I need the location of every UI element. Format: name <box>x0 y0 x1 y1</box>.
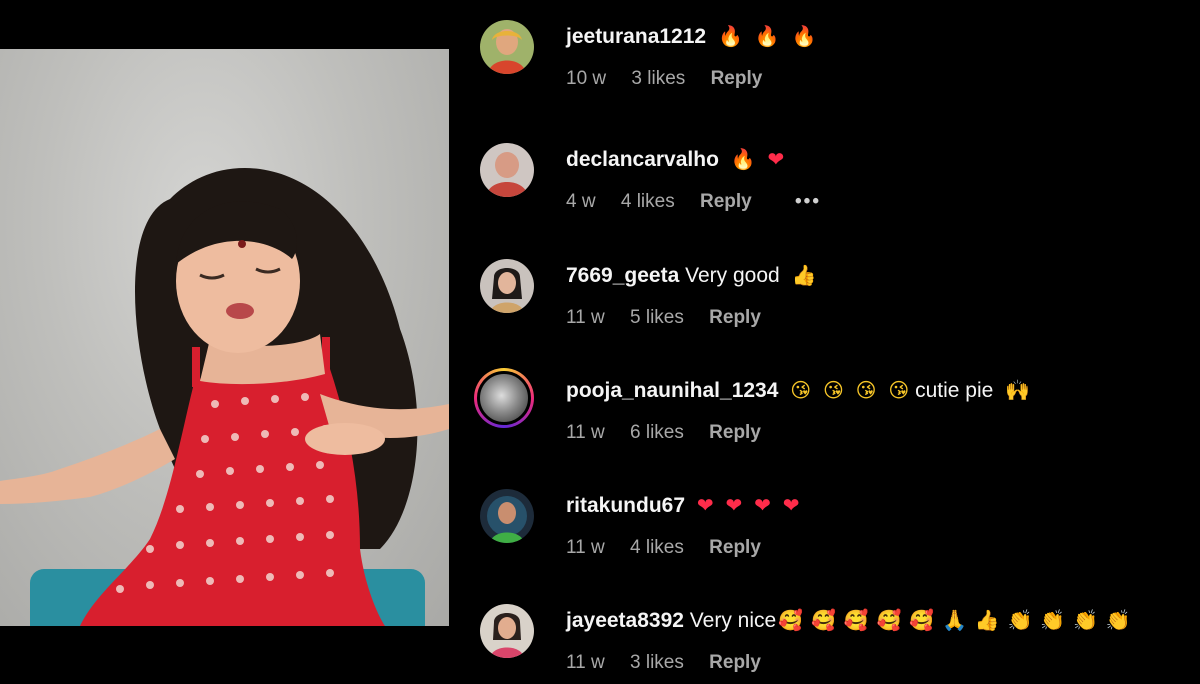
comment-username[interactable]: 7669_geeta <box>566 264 679 287</box>
comment-username[interactable]: jeeturana1212 <box>566 25 706 48</box>
avatar-with-story-ring[interactable] <box>474 368 534 428</box>
smiling-hearts-emoji-icon: 🥰 <box>876 610 902 632</box>
comment-text: Very good <box>685 264 780 287</box>
reply-button[interactable]: Reply <box>709 422 761 443</box>
comment-likes[interactable]: 5 likes <box>630 307 684 328</box>
reply-button[interactable]: Reply <box>709 537 761 558</box>
fire-emoji-icon: 🔥 <box>754 26 780 48</box>
avatar-image <box>480 259 534 313</box>
fire-emoji-icon: 🔥 <box>791 26 817 48</box>
comment-line: declancarvalho 🔥 ❤ <box>566 145 784 175</box>
comment-username[interactable]: jayeeta8392 <box>566 609 684 632</box>
comment-age: 11 w <box>566 422 605 443</box>
comment-text: Very nice <box>689 609 777 632</box>
heart-emoji-icon: ❤ <box>725 495 743 517</box>
comment-username[interactable]: pooja_naunihal_1234 <box>566 379 778 402</box>
comment-username[interactable]: ritakundu67 <box>566 494 685 517</box>
comment-item: ritakundu67 ❤ ❤ ❤ ❤ 11 w 4 likes Reply <box>470 469 1200 569</box>
comment-age: 11 w <box>566 537 605 558</box>
comment-text: cutie pie <box>915 379 994 402</box>
reply-button[interactable]: Reply <box>711 68 763 89</box>
heart-emoji-icon: ❤ <box>754 495 771 517</box>
heart-emoji-icon: ❤ <box>696 495 714 517</box>
avatar-image <box>480 489 534 543</box>
comment-item: jeeturana1212 🔥 🔥 🔥 10 w 3 likes Reply <box>470 0 1200 100</box>
comment-age: 11 w <box>566 307 605 328</box>
fire-emoji-icon: 🔥 <box>717 26 743 48</box>
comment-line: jeeturana1212 🔥 🔥 🔥 <box>566 22 816 52</box>
comment-item: declancarvalho 🔥 ❤ 4 w 4 likes Reply ••• <box>470 123 1200 223</box>
kiss-emoji-icon: 😘 <box>790 380 812 402</box>
clapping-hands-emoji-icon: 👏 <box>1040 610 1066 632</box>
avatar-image <box>477 371 531 425</box>
comment-item: jayeeta8392 Very nice 🥰 🥰 🥰 🥰 🥰 🙏 👍 👏 👏 👏… <box>470 584 1200 684</box>
comment-meta: 11 w 3 likes Reply <box>566 650 781 676</box>
clapping-hands-emoji-icon: 👏 <box>1072 610 1098 632</box>
comment-line: jayeeta8392 Very nice 🥰 🥰 🥰 🥰 🥰 🙏 👍 👏 👏 👏… <box>566 606 1131 636</box>
fire-emoji-icon: 🔥 <box>730 149 756 171</box>
comment-age: 10 w <box>566 68 607 89</box>
comments-list: jeeturana1212 🔥 🔥 🔥 10 w 3 likes Reply d… <box>470 0 1200 675</box>
comment-age: 4 w <box>566 191 596 212</box>
comment-meta: 11 w 6 likes Reply <box>566 420 781 446</box>
reply-button[interactable]: Reply <box>709 307 761 328</box>
comment-item: pooja_naunihal_1234 😘 😘 😘 😘 cutie pie 🙌 … <box>470 354 1200 454</box>
comment-meta: 11 w 4 likes Reply <box>566 535 781 561</box>
post-media[interactable] <box>0 49 449 626</box>
avatar[interactable] <box>480 604 534 658</box>
comment-likes[interactable]: 3 likes <box>631 68 685 89</box>
comment-meta: 10 w 3 likes Reply <box>566 66 782 92</box>
kiss-emoji-icon: 😘 <box>855 380 877 402</box>
avatar-image <box>480 20 534 74</box>
smiling-hearts-emoji-icon: 🥰 <box>810 610 836 632</box>
heart-emoji-icon: ❤ <box>782 495 800 517</box>
smiling-hearts-emoji-icon: 🥰 <box>843 610 869 632</box>
more-options-icon[interactable]: ••• <box>795 191 821 212</box>
comment-item: 7669_geeta Very good 👍 11 w 5 likes Repl… <box>470 239 1200 339</box>
comment-age: 11 w <box>566 652 605 673</box>
avatar-image <box>480 143 534 197</box>
comment-line: pooja_naunihal_1234 😘 😘 😘 😘 cutie pie 🙌 <box>566 376 1030 406</box>
smiling-hearts-emoji-icon: 🥰 <box>778 610 804 632</box>
comment-likes[interactable]: 4 likes <box>621 191 675 212</box>
avatar[interactable] <box>480 20 534 74</box>
comment-meta: 11 w 5 likes Reply <box>566 305 781 331</box>
folded-hands-emoji-icon: 🙏 <box>941 610 967 632</box>
comment-meta: 4 w 4 likes Reply ••• <box>566 189 841 215</box>
kiss-emoji-icon: 😘 <box>888 380 910 402</box>
avatar[interactable] <box>480 143 534 197</box>
smiling-hearts-emoji-icon: 🥰 <box>909 610 935 632</box>
reply-button[interactable]: Reply <box>700 191 752 212</box>
reply-button[interactable]: Reply <box>709 652 761 673</box>
avatar-image <box>480 604 534 658</box>
comment-line: ritakundu67 ❤ ❤ ❤ ❤ <box>566 491 799 521</box>
avatar[interactable] <box>480 259 534 313</box>
raised-hands-emoji-icon: 🙌 <box>1005 380 1031 402</box>
clapping-hands-emoji-icon: 👏 <box>1105 610 1131 632</box>
comment-username[interactable]: declancarvalho <box>566 148 719 171</box>
avatar[interactable] <box>480 489 534 543</box>
comment-line: 7669_geeta Very good 👍 <box>566 261 816 291</box>
comment-likes[interactable]: 4 likes <box>630 537 684 558</box>
thumbs-up-emoji-icon: 👍 <box>791 265 817 287</box>
clapping-hands-emoji-icon: 👏 <box>1007 610 1033 632</box>
comment-likes[interactable]: 3 likes <box>630 652 684 673</box>
comment-likes[interactable]: 6 likes <box>630 422 684 443</box>
kiss-emoji-icon: 😘 <box>822 380 844 402</box>
heart-emoji-icon: ❤ <box>767 149 785 171</box>
thumbs-up-emoji-icon: 👍 <box>974 610 1000 632</box>
post-photo <box>0 168 449 626</box>
